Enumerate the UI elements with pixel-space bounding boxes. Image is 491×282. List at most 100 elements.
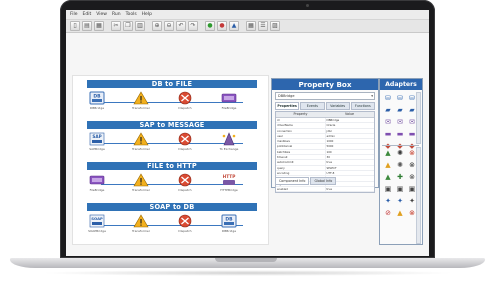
open-button[interactable]: ▤ bbox=[82, 21, 92, 31]
zoom-in-button[interactable]: ⊕ bbox=[152, 21, 162, 31]
menu-item-view[interactable]: View bbox=[96, 10, 107, 19]
message-adapter-adapter-item[interactable]: ✉ bbox=[382, 117, 394, 128]
save-button[interactable]: ▦ bbox=[94, 21, 104, 31]
flow-node-router[interactable]: Dispatch bbox=[172, 214, 198, 240]
file-adapter-adapter-item[interactable]: ▬ bbox=[382, 129, 394, 140]
split-adapter-item[interactable]: ✦ bbox=[382, 196, 394, 207]
zoom-out-button[interactable]: ⊖ bbox=[164, 21, 174, 31]
flow-node-router[interactable]: Dispatch bbox=[172, 173, 198, 199]
flow-node-file[interactable]: FileBridge bbox=[84, 173, 110, 199]
tab-events[interactable]: Events bbox=[300, 102, 325, 110]
queue-adapter-item[interactable]: ▣ bbox=[382, 184, 394, 195]
property-value[interactable]: true bbox=[324, 160, 375, 165]
paste-button[interactable]: ▥ bbox=[135, 21, 145, 31]
tab-global-info[interactable]: Global Info bbox=[310, 177, 337, 185]
flow-node-sap[interactable]: SAP SAPBridge bbox=[84, 132, 110, 158]
flow-file-to-http[interactable]: FILE to HTTP FileBridge Transformer Dispatc… bbox=[87, 162, 257, 200]
flow-node-warning[interactable]: Transformer bbox=[128, 132, 154, 158]
sap-adapter-adapter-item[interactable]: ▰ bbox=[394, 105, 406, 116]
transform-adapter-item[interactable]: ▲ bbox=[382, 160, 394, 171]
split-adapter-item[interactable]: ✦ bbox=[394, 196, 406, 207]
flow-node-router[interactable]: Dispatch bbox=[172, 91, 198, 117]
property-value[interactable]: jdbc bbox=[324, 128, 375, 133]
menu-item-help[interactable]: Help bbox=[142, 10, 152, 19]
property-value[interactable]: admin bbox=[324, 133, 375, 139]
property-value[interactable]: 1000 bbox=[324, 139, 375, 144]
property-value[interactable]: SELECT bbox=[324, 165, 375, 170]
property-value[interactable]: Oracle bbox=[324, 123, 375, 128]
flow-node-file[interactable]: FileBridge bbox=[216, 91, 242, 117]
tab-component-info[interactable]: Component Info bbox=[275, 177, 310, 185]
warning-adapter-item[interactable]: ▲ bbox=[394, 208, 406, 219]
menu-item-edit[interactable]: Edit bbox=[83, 10, 92, 19]
menu-item-tools[interactable]: Tools bbox=[126, 10, 137, 19]
property-value[interactable]: true bbox=[324, 186, 375, 192]
component-select[interactable]: DBBridge ▾ bbox=[275, 92, 375, 100]
cut-button[interactable]: ✂ bbox=[111, 21, 121, 31]
properties-button[interactable]: ☰ bbox=[258, 21, 268, 31]
transform-adapter-item[interactable]: ▲ bbox=[382, 148, 394, 159]
component-select-value: DBBridge bbox=[278, 94, 295, 98]
undo-button[interactable]: ↶ bbox=[176, 21, 186, 31]
gear-adapter-item[interactable]: ✺ bbox=[394, 160, 406, 171]
menu-item-file[interactable]: File bbox=[70, 10, 78, 19]
property-value[interactable]: 5000 bbox=[324, 144, 375, 149]
stop-adapter-item[interactable]: ⊘ bbox=[382, 208, 394, 219]
tab-properties[interactable]: Properties bbox=[275, 102, 300, 110]
flow-soap-to-db[interactable]: SOAP to DB SOAP SOAPBridge Transformer Dispa… bbox=[87, 203, 257, 241]
flow-node-warning[interactable]: Transformer bbox=[128, 214, 154, 240]
db-adapter-adapter-item[interactable]: ⛁ bbox=[394, 93, 406, 104]
property-tabs: Properties Events Variables Functions bbox=[275, 102, 375, 110]
run-icon: ● bbox=[207, 22, 213, 29]
flow-node-warning[interactable]: Transformer bbox=[128, 91, 154, 117]
warning-icon bbox=[128, 91, 154, 105]
run-button[interactable]: ● bbox=[205, 21, 215, 31]
stop-button[interactable]: ● bbox=[217, 21, 227, 31]
flow-node-db[interactable]: DB DBBridge bbox=[216, 214, 242, 240]
queue-icon: ▣ bbox=[384, 185, 392, 193]
flow-db-to-file[interactable]: DB to FILE DB DBBridge Transformer Dispatch F… bbox=[87, 80, 257, 118]
message-adapter-adapter-item[interactable]: ✉ bbox=[394, 117, 406, 128]
router-icon: ⊗ bbox=[409, 173, 415, 181]
grid-button[interactable]: ▦ bbox=[246, 21, 256, 31]
flow-sap-to-message[interactable]: SAP to MESSAGE SAP SAPBridge Transformer Dis… bbox=[87, 121, 257, 159]
transform-adapter-item[interactable]: ▲ bbox=[382, 172, 394, 183]
flow-node-http[interactable]: HTTP HTTPBridge bbox=[216, 173, 242, 199]
menu-item-run[interactable]: Run bbox=[112, 10, 121, 19]
property-value[interactable]: 30 bbox=[324, 155, 375, 160]
adapter-scrollbar-bottom[interactable] bbox=[416, 147, 421, 244]
warning-icon: ▲ bbox=[397, 209, 403, 217]
flow-node-message[interactable]: To Exchange bbox=[216, 132, 242, 158]
adapter-scrollbar-top[interactable] bbox=[416, 92, 421, 144]
file-adapter-adapter-item[interactable]: ▬ bbox=[394, 129, 406, 140]
filter-adapter-item[interactable]: ✚ bbox=[394, 172, 406, 183]
property-value[interactable]: 100 bbox=[324, 149, 375, 155]
http-icon: HTTP bbox=[216, 173, 242, 187]
table-row[interactable]: enabled true bbox=[276, 186, 375, 193]
queue-adapter-item[interactable]: ▣ bbox=[394, 184, 406, 195]
flow-diagram-area[interactable]: DB to FILE DB DBBridge Transformer Dispatch F… bbox=[72, 75, 269, 245]
copy-button[interactable]: ❐ bbox=[123, 21, 133, 31]
tab-variables[interactable]: Variables bbox=[325, 102, 350, 110]
flow-node-soap[interactable]: SOAP SOAPBridge bbox=[84, 214, 110, 240]
new-button[interactable]: ▯ bbox=[70, 21, 80, 31]
sap-adapter-adapter-item[interactable]: ▰ bbox=[382, 105, 394, 116]
flow-node-router[interactable]: Dispatch bbox=[172, 132, 198, 158]
flow-node-warning[interactable]: Transformer bbox=[128, 173, 154, 199]
layout-button[interactable]: ▨ bbox=[270, 21, 280, 31]
property-name: id bbox=[277, 118, 280, 122]
property-box-panel: Property Box DBBridge ▾ Properties Events… bbox=[271, 78, 379, 194]
redo-button[interactable]: ↷ bbox=[188, 21, 198, 31]
svg-text:HTTP: HTTP bbox=[223, 174, 236, 180]
property-value[interactable]: UTF-8 bbox=[324, 170, 375, 176]
gear-adapter-item[interactable]: ✺ bbox=[394, 148, 406, 159]
node-label: Dispatch bbox=[178, 147, 192, 151]
property-name: user bbox=[277, 133, 283, 138]
design-canvas[interactable]: DB to FILE DB DBBridge Transformer Dispatch F… bbox=[66, 33, 429, 256]
tab-functions[interactable]: Functions bbox=[350, 102, 375, 110]
db-adapter-adapter-item[interactable]: ⛁ bbox=[382, 93, 394, 104]
property-name: connection bbox=[277, 128, 292, 133]
property-value[interactable]: DBBridge bbox=[324, 118, 375, 123]
flow-node-db[interactable]: DB DBBridge bbox=[84, 91, 110, 117]
deploy-button[interactable]: ▲ bbox=[229, 21, 239, 31]
